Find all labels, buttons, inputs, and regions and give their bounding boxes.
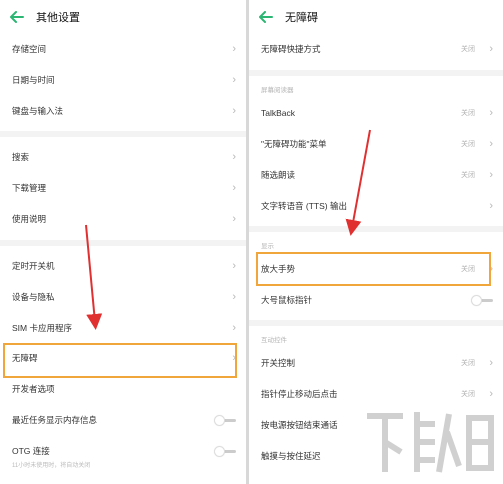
item-value: 关闭 [461,360,475,367]
accessibility-item-large-pointer[interactable]: 大号鼠标指针 [249,285,503,315]
other-settings-screen: 其他设置 存储空间 › 日期与时间 › 键盘与输入法 › 搜索 › 下载管理 ›… [0,0,246,484]
item-label: 设备与隐私 [12,292,55,302]
item-label: 键盘与输入法 [12,106,64,116]
highlight-box [256,252,491,286]
chevron-right-icon: › [232,182,236,194]
settings-item-recent-memory[interactable]: 最近任务显示内存信息 [0,405,246,435]
item-value: 关闭 [461,46,475,53]
chevron-right-icon: › [489,138,493,150]
item-label: 下载管理 [12,183,47,193]
back-arrow-icon[interactable] [259,10,277,24]
settings-item-developer-options[interactable]: 开发者选项 [0,374,246,404]
watermark-logo [359,402,499,482]
settings-item-storage[interactable]: 存储空间 › [0,34,246,64]
chevron-right-icon: › [489,357,493,369]
item-value: 关闭 [461,141,475,148]
section-divider [249,226,503,232]
chevron-right-icon: › [489,43,493,55]
section-divider [249,320,503,326]
chevron-right-icon: › [232,151,236,163]
settings-item-search[interactable]: 搜索 › [0,142,246,172]
large-pointer-toggle[interactable] [471,294,493,306]
page-title: 其他设置 [36,11,80,24]
chevron-right-icon: › [232,291,236,303]
page-title: 无障碍 [285,11,318,24]
accessibility-item-select-to-speak[interactable]: 随选朗读 关闭 › [249,160,503,190]
item-label: 日期与时间 [12,75,55,85]
section-divider [0,131,246,137]
accessibility-item-switch-access[interactable]: 开关控制 关闭 › [249,348,503,378]
settings-item-keyboard[interactable]: 键盘与输入法 › [0,96,246,126]
item-label: 搜索 [12,152,30,162]
item-label: 指针停止移动后点击 [261,389,338,399]
otg-toggle[interactable] [214,445,236,457]
accessibility-item-menu[interactable]: "无障碍功能"菜单 关闭 › [249,129,503,159]
section-header-screen-reader: 屏幕阅读器 [261,87,294,94]
watermark-logo-icon [367,412,494,473]
chevron-right-icon: › [489,169,493,181]
item-label: 大号鼠标指针 [261,295,313,305]
section-divider [0,240,246,246]
item-value: 关闭 [461,391,475,398]
item-value: 关闭 [461,110,475,117]
item-label: 存储空间 [12,44,47,54]
chevron-right-icon: › [232,322,236,334]
item-label: 随选朗读 [261,170,296,180]
item-label: TalkBack [261,108,296,118]
item-label: 定时开关机 [12,261,55,271]
header: 其他设置 [0,0,246,33]
chevron-right-icon: › [232,213,236,225]
memory-info-toggle[interactable] [214,414,236,426]
item-label: 文字转语音 (TTS) 输出 [261,201,347,211]
accessibility-item-talkback[interactable]: TalkBack 关闭 › [249,98,503,128]
item-label: 最近任务显示内存信息 [12,415,98,425]
accessibility-item-tts-output[interactable]: 文字转语音 (TTS) 输出 › [249,191,503,221]
section-header-display: 显示 [261,243,274,250]
chevron-right-icon: › [489,388,493,400]
chevron-right-icon: › [232,105,236,117]
settings-item-scheduled-power[interactable]: 定时开关机 › [0,251,246,281]
chevron-right-icon: › [489,200,493,212]
item-label: SIM 卡应用程序 [12,323,72,333]
item-label: OTG 连接 [12,446,50,456]
settings-item-date-time[interactable]: 日期与时间 › [0,65,246,95]
chevron-right-icon: › [489,107,493,119]
header: 无障碍 [249,0,503,33]
item-label: 开关控制 [261,358,296,368]
item-label: 使用说明 [12,214,47,224]
chevron-right-icon: › [232,260,236,272]
highlight-box [3,343,237,378]
section-header-interaction: 互动控件 [261,337,287,344]
item-label: "无障碍功能"菜单 [261,139,327,149]
settings-item-instructions[interactable]: 使用说明 › [0,204,246,234]
accessibility-item-shortcut[interactable]: 无障碍快捷方式 关闭 › [249,34,503,64]
section-divider [249,70,503,76]
chevron-right-icon: › [232,43,236,55]
back-arrow-icon[interactable] [10,10,28,24]
item-label: 开发者选项 [12,384,55,394]
settings-item-privacy[interactable]: 设备与隐私 › [0,282,246,312]
item-value: 关闭 [461,172,475,179]
settings-item-sim-apps[interactable]: SIM 卡应用程序 › [0,313,246,343]
chevron-right-icon: › [232,74,236,86]
otg-description: 11小时未使用时，将自动关闭 [12,463,91,469]
item-label: 无障碍快捷方式 [261,44,321,54]
settings-item-downloads[interactable]: 下载管理 › [0,173,246,203]
